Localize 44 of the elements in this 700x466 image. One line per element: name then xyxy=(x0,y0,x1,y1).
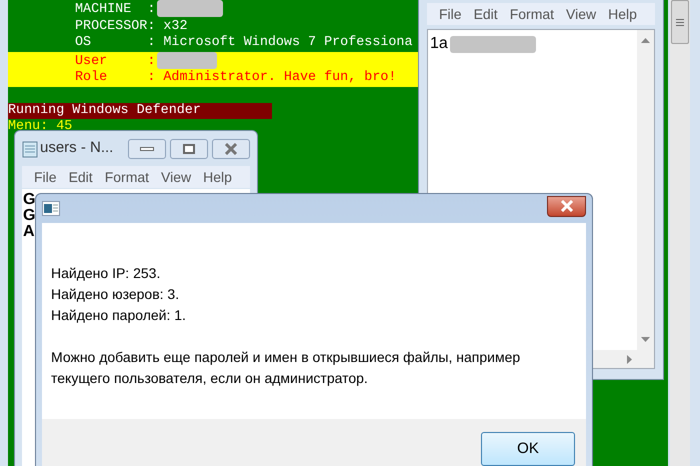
maximize-icon xyxy=(183,144,195,154)
window-icon xyxy=(42,201,60,216)
console-line: MACHINE : xyxy=(75,2,156,18)
dialog-text: Найдено паролей: 1. xyxy=(51,306,187,325)
console-line: OS : Microsoft Windows 7 Professiona xyxy=(75,35,412,50)
text-line: G xyxy=(23,208,36,224)
window-title: users - N... xyxy=(40,138,114,158)
menu-item[interactable]: Help xyxy=(608,4,637,24)
scroll-down-icon[interactable] xyxy=(641,337,650,342)
dialog-message: Можно добавить еще паролей и имен в открывшиеся файлы, например текущего пользователя, если он администратор. xyxy=(51,348,522,388)
scroll-thumb[interactable] xyxy=(671,0,689,44)
redacted-block xyxy=(157,52,218,69)
menu-item[interactable]: File xyxy=(34,166,57,188)
menu-item[interactable]: Edit xyxy=(68,166,93,188)
console-line: PROCESSOR: x32 xyxy=(75,18,188,34)
scroll-right-icon[interactable] xyxy=(627,354,632,364)
notepad-icon xyxy=(22,140,38,158)
menu-item[interactable]: File xyxy=(439,4,462,24)
menu-item[interactable]: Edit xyxy=(474,4,498,24)
menu-item[interactable]: Help xyxy=(203,166,232,188)
minimize-button[interactable] xyxy=(128,138,166,158)
menu-item[interactable]: Format xyxy=(510,4,554,24)
menu-item[interactable]: View xyxy=(566,4,596,24)
dialog-text: Найдено IP: 253. xyxy=(51,264,162,283)
text-line: 1a xyxy=(430,34,448,54)
close-icon xyxy=(225,142,237,154)
menu-count: Menu: 45 xyxy=(8,119,74,136)
scrollbar[interactable] xyxy=(670,0,690,466)
text-line: A xyxy=(23,224,35,240)
console-line: Role : Administrator. Have fun, bro! xyxy=(75,70,396,86)
menu-item[interactable]: View xyxy=(161,166,192,188)
scrollbar[interactable] xyxy=(637,30,654,350)
close-button[interactable] xyxy=(547,196,586,216)
close-icon xyxy=(560,200,574,212)
console-line: User : xyxy=(75,54,156,69)
menu-item[interactable]: Format xyxy=(104,166,150,188)
ok-button[interactable]: OK xyxy=(481,432,575,466)
minimize-icon xyxy=(140,146,154,150)
scroll-up-icon[interactable] xyxy=(641,38,650,43)
status-bar: Running Windows Defender xyxy=(8,102,272,120)
dialog-text: Найдено юзеров: 3. xyxy=(51,285,180,304)
redacted-block xyxy=(157,0,224,17)
maximize-button[interactable] xyxy=(170,138,208,158)
text-line: G xyxy=(23,192,36,208)
